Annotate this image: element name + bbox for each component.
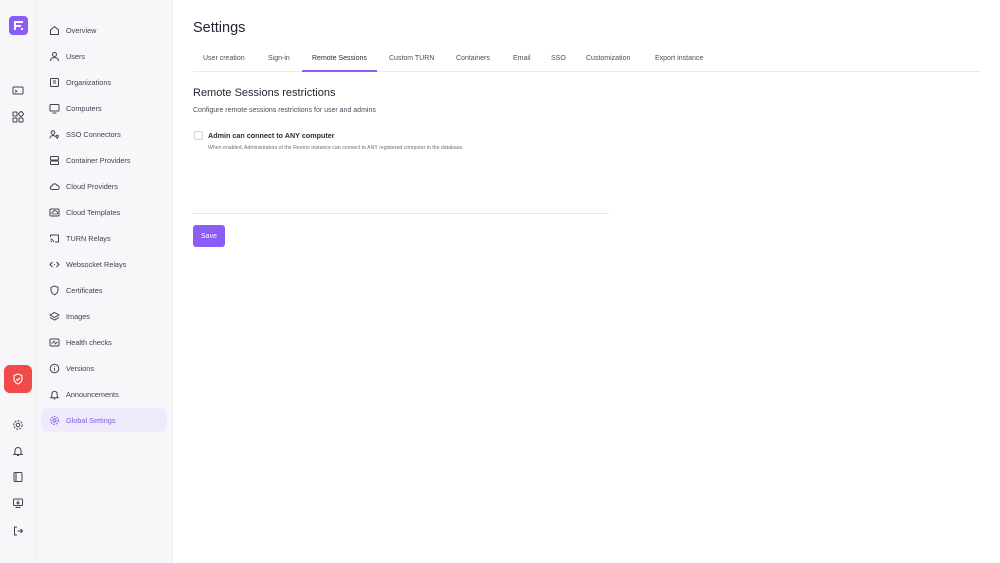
sidebar-item-users[interactable]: Users [41,44,167,68]
download-icon[interactable] [9,494,27,512]
tab-custom-turn[interactable]: Custom TURN [379,50,444,72]
info-icon [48,362,60,374]
sidebar-item-versions[interactable]: Versions [41,356,167,380]
sidebar-item-sso-connectors[interactable]: SSO Connectors [41,122,167,146]
gear-icon [48,414,60,426]
logout-icon[interactable] [9,522,27,540]
tab-sso[interactable]: SSO [541,50,576,72]
gear-icon[interactable] [9,416,27,434]
section-title: Remote Sessions restrictions [193,87,336,99]
tab-export-instance[interactable]: Export instance [645,50,713,72]
sidebar: Overview Users Organizations Computers S… [36,0,173,563]
sidebar-item-health-checks[interactable]: Health checks [41,330,167,354]
sidebar-item-cloud-providers[interactable]: Cloud Providers [41,174,167,198]
tab-containers[interactable]: Containers [446,50,500,72]
tab-sign-in[interactable]: Sign-in [258,50,300,72]
bell-icon [48,388,60,400]
sidebar-item-label: Versions [66,363,94,373]
activity-icon [48,336,60,348]
sidebar-item-label: TURN Relays [66,233,111,243]
sidebar-item-organizations[interactable]: Organizations [41,70,167,94]
monitor-icon [48,102,60,114]
admin-connect-any-help: When enabled, Administrators of the Reem… [208,145,464,151]
sidebar-item-label: Computers [66,103,102,113]
sidebar-item-certificates[interactable]: Certificates [41,278,167,302]
app-window: Overview Users Organizations Computers S… [0,0,1000,563]
sidebar-item-label: Users [66,51,86,61]
sidebar-item-label: Global Settings [66,415,116,425]
user-icon [48,50,60,62]
sidebar-item-label: Websocket Relays [66,259,127,269]
sidebar-item-turn-relays[interactable]: TURN Relays [41,226,167,250]
sidebar-item-overview[interactable]: Overview [41,18,167,42]
sidebar-item-label: Overview [66,25,97,35]
sidebar-item-container-providers[interactable]: Container Providers [41,148,167,172]
sidebar-item-announcements[interactable]: Announcements [41,382,167,406]
admin-connect-any-label[interactable]: Admin can connect to ANY computer [208,131,335,140]
sidebar-item-global-settings[interactable]: Global Settings [41,408,167,432]
page-title: Settings [193,20,246,36]
shield-check-icon[interactable] [4,365,32,393]
icon-rail [0,0,36,563]
shield-icon [48,284,60,296]
apps-icon[interactable] [9,108,27,126]
sidebar-item-label: Organizations [66,77,112,87]
server-icon [48,154,60,166]
code-icon [48,258,60,270]
main-content: Settings User creation Sign-in Remote Se… [173,0,1000,563]
monitor-icon[interactable] [9,82,27,100]
users-key-icon [48,128,60,140]
sidebar-item-label: Cloud Templates [66,207,121,217]
book-icon[interactable] [9,468,27,486]
cloud-template-icon [48,206,60,218]
sidebar-item-label: Images [66,311,90,321]
cloud-icon [48,180,60,192]
tab-email[interactable]: Email [503,50,541,72]
save-button[interactable]: Save [193,225,225,247]
sidebar-item-label: SSO Connectors [66,129,121,139]
tab-customization[interactable]: Customization [576,50,640,72]
sidebar-item-label: Health checks [66,337,112,347]
sidebar-item-label: Container Providers [66,155,131,165]
home-icon [48,24,60,36]
layers-icon [48,310,60,322]
tab-user-creation[interactable]: User creation [193,50,255,72]
tab-bar: User creation Sign-in Remote Sessions Cu… [193,50,980,72]
logo-icon[interactable] [9,16,28,35]
sidebar-item-websocket-relays[interactable]: Websocket Relays [41,252,167,276]
sidebar-item-images[interactable]: Images [41,304,167,328]
sidebar-item-computers[interactable]: Computers [41,96,167,120]
divider [193,213,609,214]
building-icon [48,76,60,88]
sidebar-item-label: Certificates [66,285,103,295]
cast-icon [48,232,60,244]
admin-connect-any-checkbox[interactable] [194,131,203,140]
sidebar-item-label: Announcements [66,389,119,399]
sidebar-item-cloud-templates[interactable]: Cloud Templates [41,200,167,224]
sidebar-item-label: Cloud Providers [66,181,118,191]
tab-remote-sessions[interactable]: Remote Sessions [302,50,377,72]
section-subtitle: Configure remote sessions restrictions f… [193,107,376,114]
bell-icon[interactable] [9,442,27,460]
